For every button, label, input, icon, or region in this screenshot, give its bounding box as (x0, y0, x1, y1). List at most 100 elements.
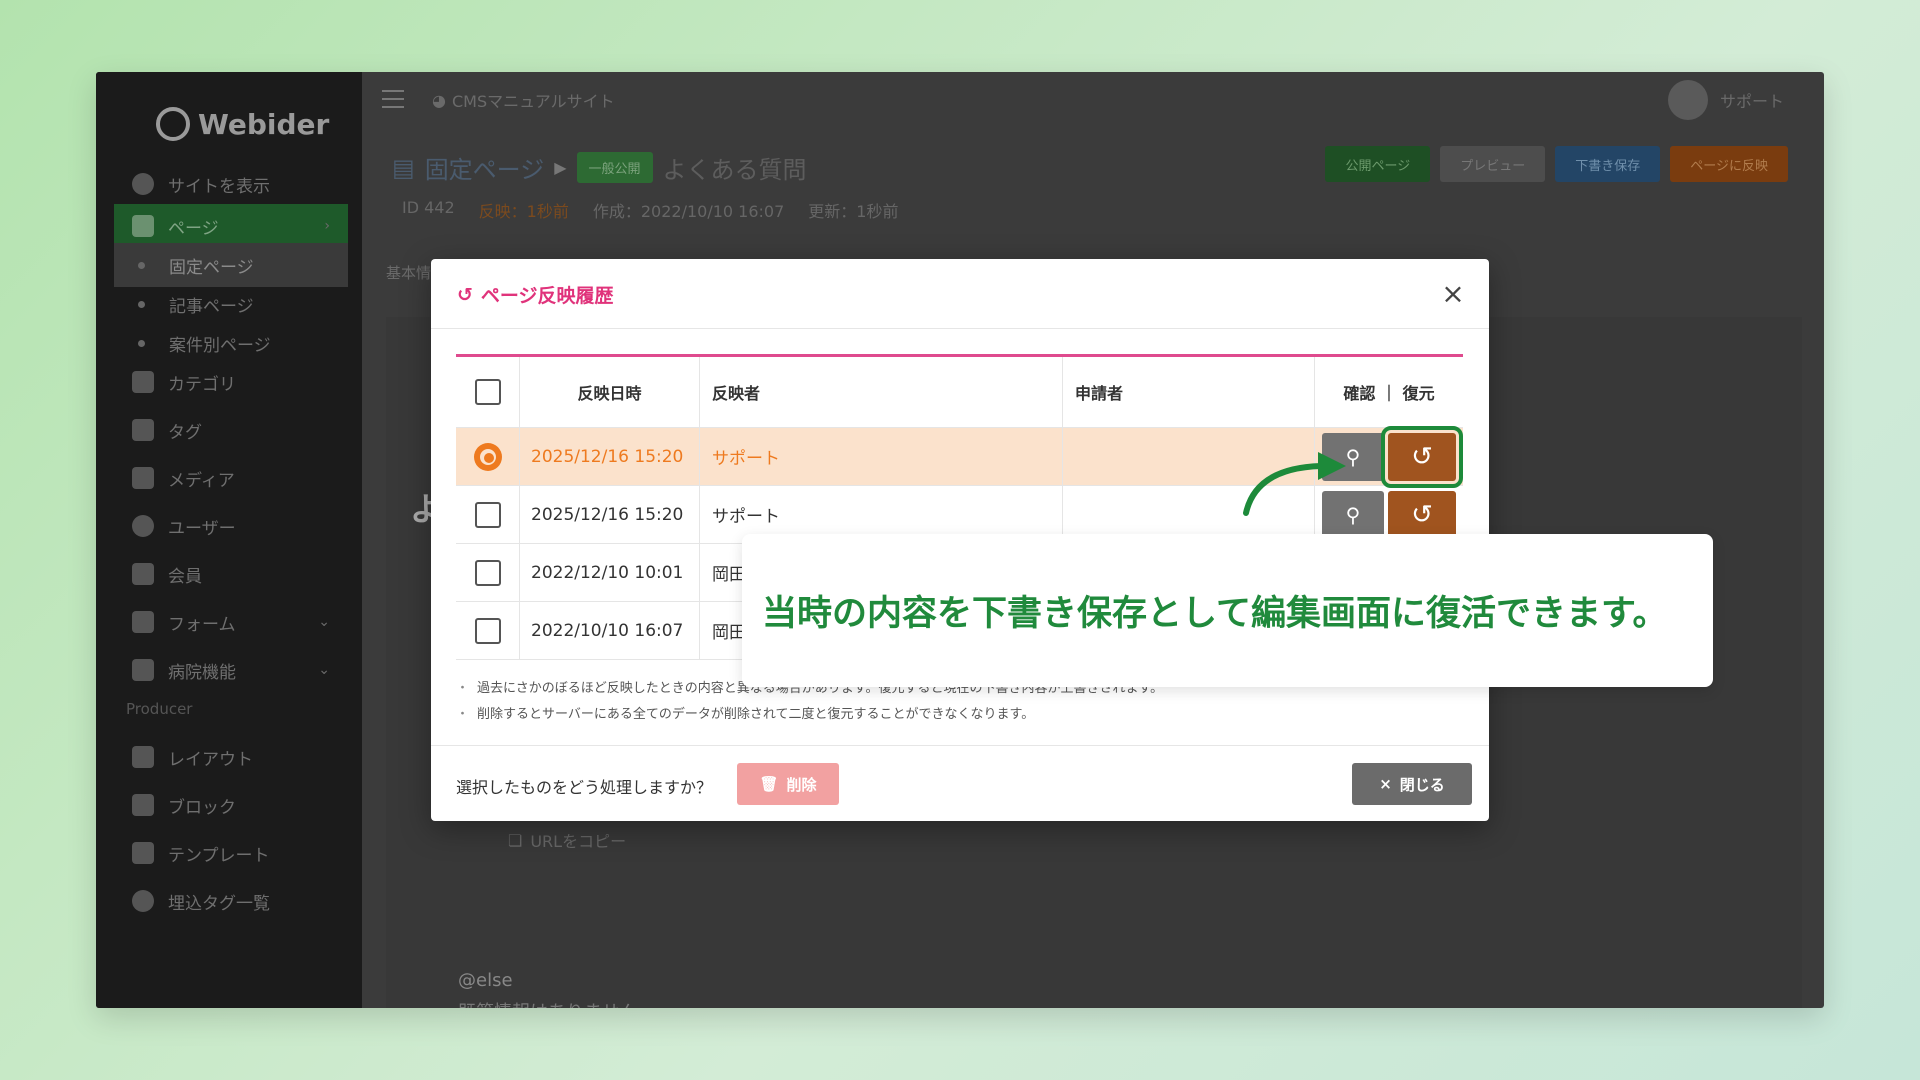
status-badge: 一般公開 (576, 152, 653, 183)
page-heading: ▤ 固定ページ ▶ 一般公開 よくある質問 (392, 150, 807, 185)
row-checkbox[interactable] (474, 617, 501, 644)
delete-label: 削除 (786, 775, 817, 794)
row-date: 2022/10/10 16:07 (520, 602, 700, 659)
page-title: よくある質問 (662, 156, 807, 184)
user-menu[interactable]: サポート (1667, 80, 1784, 120)
sidebar-item-label: サイトを表示 (168, 176, 270, 197)
globe-icon (132, 173, 154, 195)
public-page-button[interactable]: 公開ページ (1325, 146, 1431, 182)
col-applicant: 申請者 (1063, 357, 1315, 427)
restore-button[interactable]: ↺ (1388, 490, 1456, 539)
reflected-time: 反映：1秒前 (478, 202, 569, 221)
modal-header: ↺ ページ反映履歴 × (431, 259, 1489, 329)
row-checkbox[interactable] (474, 559, 501, 586)
sidebar-item-case-pages[interactable]: 案件別ページ (114, 321, 348, 365)
breadcrumb-site: CMSマニュアルサイト (451, 92, 615, 111)
sidebar-item-label: 記事ページ (169, 296, 254, 317)
sidebar-item-templates[interactable]: テンプレート (114, 831, 348, 875)
chevron-right-icon: › (324, 218, 330, 234)
sidebar-item-layout[interactable]: レイアウト (114, 735, 348, 779)
logo-mark-icon (156, 107, 190, 141)
save-draft-button[interactable]: 下書き保存 (1555, 146, 1661, 182)
history-icon: ↺ (457, 283, 473, 306)
row-date: 2022/12/10 10:01 (520, 544, 700, 601)
row-date: 2025/12/16 15:20 (520, 486, 700, 543)
trash-icon: 🗑 (759, 775, 779, 793)
sidebar-item-label: メディア (168, 470, 235, 491)
member-icon (132, 563, 154, 585)
sidebar-item-pages[interactable]: ページ › (114, 204, 348, 248)
bullet-icon (138, 261, 145, 269)
sidebar-item-label: ユーザー (168, 518, 236, 539)
at-icon (132, 890, 154, 912)
topbar: ◕ CMSマニュアルサイト サポート (362, 72, 1824, 128)
sidebar-item-media[interactable]: メディア (114, 456, 348, 500)
sidebar-item-label: カテゴリ (168, 374, 236, 395)
user-icon (132, 515, 154, 537)
tab-basic[interactable]: 基本情 (386, 262, 431, 283)
copy-url-button[interactable]: ❏ URLをコピー (508, 828, 626, 852)
modal-title: ↺ ページ反映履歴 (457, 281, 614, 308)
table-header: 反映日時 反映者 申請者 確認 ｜ 復元 (456, 357, 1463, 428)
sidebar-item-tag[interactable]: タグ (114, 408, 348, 452)
page-crumb[interactable]: 固定ページ (425, 150, 545, 185)
select-all-cell (456, 357, 520, 427)
send-icon (132, 611, 154, 633)
logo-text: Webider (198, 107, 330, 141)
top-actions: 公開ページ プレビュー 下書き保存 ページに反映 (1325, 146, 1788, 182)
close-label: 閉じる (1399, 775, 1445, 794)
publish-button[interactable]: ページに反映 (1670, 146, 1788, 182)
sidebar-item-users[interactable]: ユーザー (114, 504, 348, 548)
folder-icon (132, 467, 154, 489)
sidebar-item-label: ページ (168, 218, 219, 239)
clipboard-icon (132, 659, 154, 681)
copy-url-label: URLをコピー (530, 832, 627, 851)
delete-button[interactable]: 🗑 削除 (737, 763, 839, 805)
sidebar-item-fixed-pages[interactable]: 固定ページ (114, 243, 348, 287)
row-check-cell (456, 486, 520, 543)
breadcrumb[interactable]: ◕ CMSマニュアルサイト (432, 88, 615, 112)
bullet-icon (138, 339, 145, 347)
sidebar-item-label: タグ (168, 422, 202, 443)
sidebar-item-article-pages[interactable]: 記事ページ (114, 282, 348, 326)
close-icon: × (1379, 775, 1392, 793)
editor-text: 既第情報はありません (458, 998, 637, 1008)
menu-icon[interactable] (382, 90, 404, 108)
note-item: 削除するとサーバーにある全てのデータが削除されて二度と復元することができなくなり… (456, 702, 1163, 728)
annotation-callout: 当時の内容を下書き保存として編集画面に復活できます。 (742, 534, 1713, 687)
row-status-cell (456, 428, 520, 485)
sidebar-section-label: Producer (126, 700, 193, 718)
sidebar-item-embed-tags[interactable]: 埋込タグ一覧 (114, 879, 348, 923)
footer-question: 選択したものをどう処理しますか？ (456, 778, 713, 797)
sidebar-item-view-site[interactable]: サイトを表示 (114, 162, 348, 206)
preview-button[interactable]: プレビュー (1440, 146, 1546, 182)
select-all-checkbox[interactable] (474, 379, 501, 405)
sidebar-item-hospital[interactable]: 病院機能 ⌄ (114, 648, 348, 692)
chevron-down-icon: ⌄ (318, 662, 330, 678)
col-date: 反映日時 (520, 357, 700, 427)
logo: Webider (156, 104, 329, 144)
sidebar-item-blocks[interactable]: ブロック (114, 783, 348, 827)
restore-button[interactable]: ↺ (1381, 425, 1463, 488)
tag-icon (132, 419, 154, 441)
sidebar-item-label: 案件別ページ (169, 335, 271, 356)
sidebar-item-label: テンプレート (168, 845, 270, 866)
row-check-cell (456, 544, 520, 601)
annotation-arrow-icon (1243, 452, 1346, 516)
sidebar-item-label: 病院機能 (168, 662, 236, 683)
sidebar-item-label: フォーム (168, 614, 236, 635)
chevron-right-icon: ▶ (554, 158, 567, 177)
page-icon (132, 215, 154, 237)
sidebar-item-label: 固定ページ (169, 257, 254, 278)
sidebar-item-members[interactable]: 会員 (114, 552, 348, 596)
sidebar-item-forms[interactable]: フォーム ⌄ (114, 600, 348, 644)
sidebar-item-category[interactable]: カテゴリ (114, 360, 348, 404)
row-checkbox[interactable] (474, 501, 501, 528)
close-icon[interactable]: × (1437, 277, 1469, 310)
sidebar-item-label: レイアウト (168, 749, 253, 770)
sidebar-item-label: ブロック (168, 797, 236, 818)
document-icon: ▤ (392, 153, 415, 182)
page-id: ID 442 (402, 198, 455, 217)
close-button[interactable]: × 閉じる (1352, 763, 1472, 805)
user-name: サポート (1719, 92, 1784, 111)
